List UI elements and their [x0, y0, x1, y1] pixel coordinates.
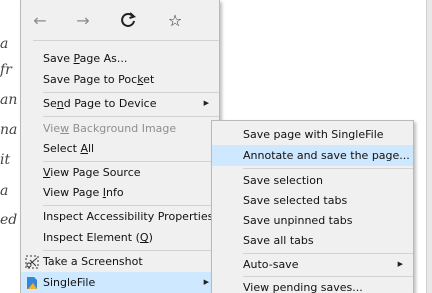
label-part: Se	[43, 97, 57, 110]
singlefile-icon-svg	[27, 277, 37, 289]
label-part: age As...	[79, 52, 128, 65]
submenu-item-save-page[interactable]: Save page with SingleFile	[212, 124, 413, 145]
label-part: Save Page to Poc	[43, 73, 138, 86]
menu-separator	[243, 168, 413, 169]
reload-icon[interactable]	[117, 9, 139, 31]
label-part: ll	[87, 142, 95, 155]
menu-item-view-background-image[interactable]: View Background Image	[21, 118, 219, 139]
submenu-item-save-selected-tabs[interactable]: Save selected tabs	[212, 190, 413, 211]
menu-item-save-page-as[interactable]: Save Page As...	[21, 48, 219, 69]
submenu-item-save-unpinned-tabs[interactable]: Save unpinned tabs	[212, 210, 413, 231]
menu-separator	[33, 40, 219, 41]
label-part: nfo	[105, 186, 124, 199]
accesskey: w	[60, 122, 70, 135]
bg-fragment: a	[0, 36, 9, 52]
menu-item-label: SingleFile	[43, 276, 96, 289]
accesskey: n	[56, 97, 64, 110]
context-menu: ← → ☆ Save Page As... Save Page to Pocke…	[20, 0, 220, 293]
reload-icon-svg	[121, 12, 136, 27]
singlefile-submenu: Save page with SingleFile Annotate and s…	[211, 120, 414, 293]
submenu-item-save-selection[interactable]: Save selection	[212, 170, 413, 191]
submenu-arrow-icon: ▶	[203, 99, 209, 107]
star-icon[interactable]: ☆	[164, 9, 186, 31]
menu-item-view-page-info[interactable]: View Page Info	[21, 182, 219, 203]
menu-item-label: Auto-save	[243, 258, 299, 271]
label-part: iew Page Source	[50, 166, 141, 179]
label-part: Background Image	[69, 122, 177, 135]
menu-separator	[43, 116, 219, 117]
submenu-arrow-icon: ▶	[397, 260, 403, 268]
label-part: Vie	[43, 122, 61, 135]
bg-fragment: na	[0, 122, 18, 138]
submenu-item-auto-save[interactable]: Auto-save ▶	[212, 254, 413, 275]
label-part: et	[143, 73, 155, 86]
navigation-row: ← → ☆	[21, 0, 219, 40]
menu-item-inspect-accessibility[interactable]: Inspect Accessibility Properties	[21, 206, 219, 227]
label-part: Select	[43, 142, 81, 155]
arrow-left-icon[interactable]: ←	[29, 9, 51, 31]
label-part: View Page	[43, 186, 103, 199]
menu-item-send-to-device[interactable]: Send Page to Device ▶	[21, 93, 219, 114]
menu-item-inspect-element[interactable]: Inspect Element (Q)	[21, 227, 219, 248]
menu-item-view-page-source[interactable]: View Page Source	[21, 162, 219, 183]
bg-fragment: fr	[0, 62, 12, 78]
accesskey: Q	[139, 231, 149, 244]
menu-item-take-screenshot[interactable]: Take a Screenshot	[21, 251, 219, 272]
menu-item-singlefile[interactable]: SingleFile ▶	[21, 272, 219, 293]
label-part: Inspect Element (	[43, 231, 140, 244]
label-part: Save	[43, 52, 74, 65]
bg-fragment: an	[0, 92, 18, 108]
page-scroll-edge	[426, 0, 432, 293]
menu-item-select-all[interactable]: Select All	[21, 138, 219, 159]
singlefile-icon	[24, 275, 40, 291]
submenu-arrow-icon: ▶	[203, 278, 209, 286]
submenu-item-annotate-and-save[interactable]: Annotate and save the page...	[212, 145, 413, 166]
bg-fragment: a	[0, 183, 9, 199]
arrow-right-icon[interactable]: →	[72, 9, 94, 31]
submenu-item-view-pending-saves[interactable]: View pending saves...	[212, 277, 413, 293]
menu-item-label: Take a Screenshot	[43, 255, 143, 268]
scissors-icon-svg	[25, 255, 39, 269]
label-part: d Page to Device	[63, 97, 157, 110]
bg-fragment: it	[0, 152, 11, 168]
submenu-item-save-all-tabs[interactable]: Save all tabs	[212, 230, 413, 251]
page-background-text: a fr an na it a ed	[0, 0, 20, 293]
accesskey: A	[80, 142, 88, 155]
bg-fragment: ed	[0, 212, 18, 228]
menu-item-save-to-pocket[interactable]: Save Page to Pocket	[21, 69, 219, 90]
label-part: )	[148, 231, 153, 244]
scissors-icon	[24, 254, 40, 270]
